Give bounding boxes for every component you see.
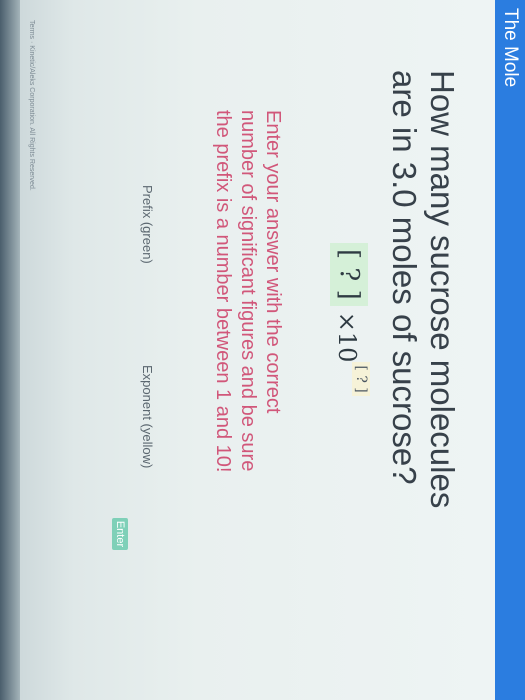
instructions-line-1: Enter your answer with the correct (262, 110, 284, 414)
prefix-label: Prefix (green) (140, 185, 155, 264)
instructions-text: Enter your answer with the correct numbe… (210, 110, 285, 580)
screen: The Mole How many sucrose molecules are … (0, 0, 525, 700)
photo-frame: The Mole How many sucrose molecules are … (0, 0, 525, 700)
question-text: How many sucrose molecules are in 3.0 mo… (385, 70, 461, 630)
question-line-1: How many sucrose molecules (424, 70, 461, 509)
enter-button[interactable]: Enter (112, 518, 128, 550)
question-line-2: are in 3.0 moles of sucrose? (386, 70, 423, 485)
question-panel: How many sucrose molecules are in 3.0 mo… (0, 0, 495, 700)
topbar-title: The Mole (500, 8, 521, 88)
times-ten-label: ×10 (333, 311, 361, 363)
instructions-line-2: number of significant figures and be sur… (237, 110, 259, 472)
exponent-label: Exponent (yellow) (140, 365, 155, 469)
instructions-line-3: the prefix is a number between 1 and 10! (212, 110, 234, 473)
screen-edge (0, 0, 20, 700)
answer-entry: [ ? ] ×10 [ ? ] (328, 243, 370, 396)
exponent-input[interactable]: [ ? ] (352, 362, 370, 396)
prefix-input[interactable]: [ ? ] (330, 243, 368, 306)
top-bar: The Mole (495, 0, 525, 700)
footer: Terms · Kinetic/Aleks Corporation. All R… (19, 0, 39, 700)
footer-text: Terms · Kinetic/Aleks Corporation. All R… (28, 20, 35, 191)
